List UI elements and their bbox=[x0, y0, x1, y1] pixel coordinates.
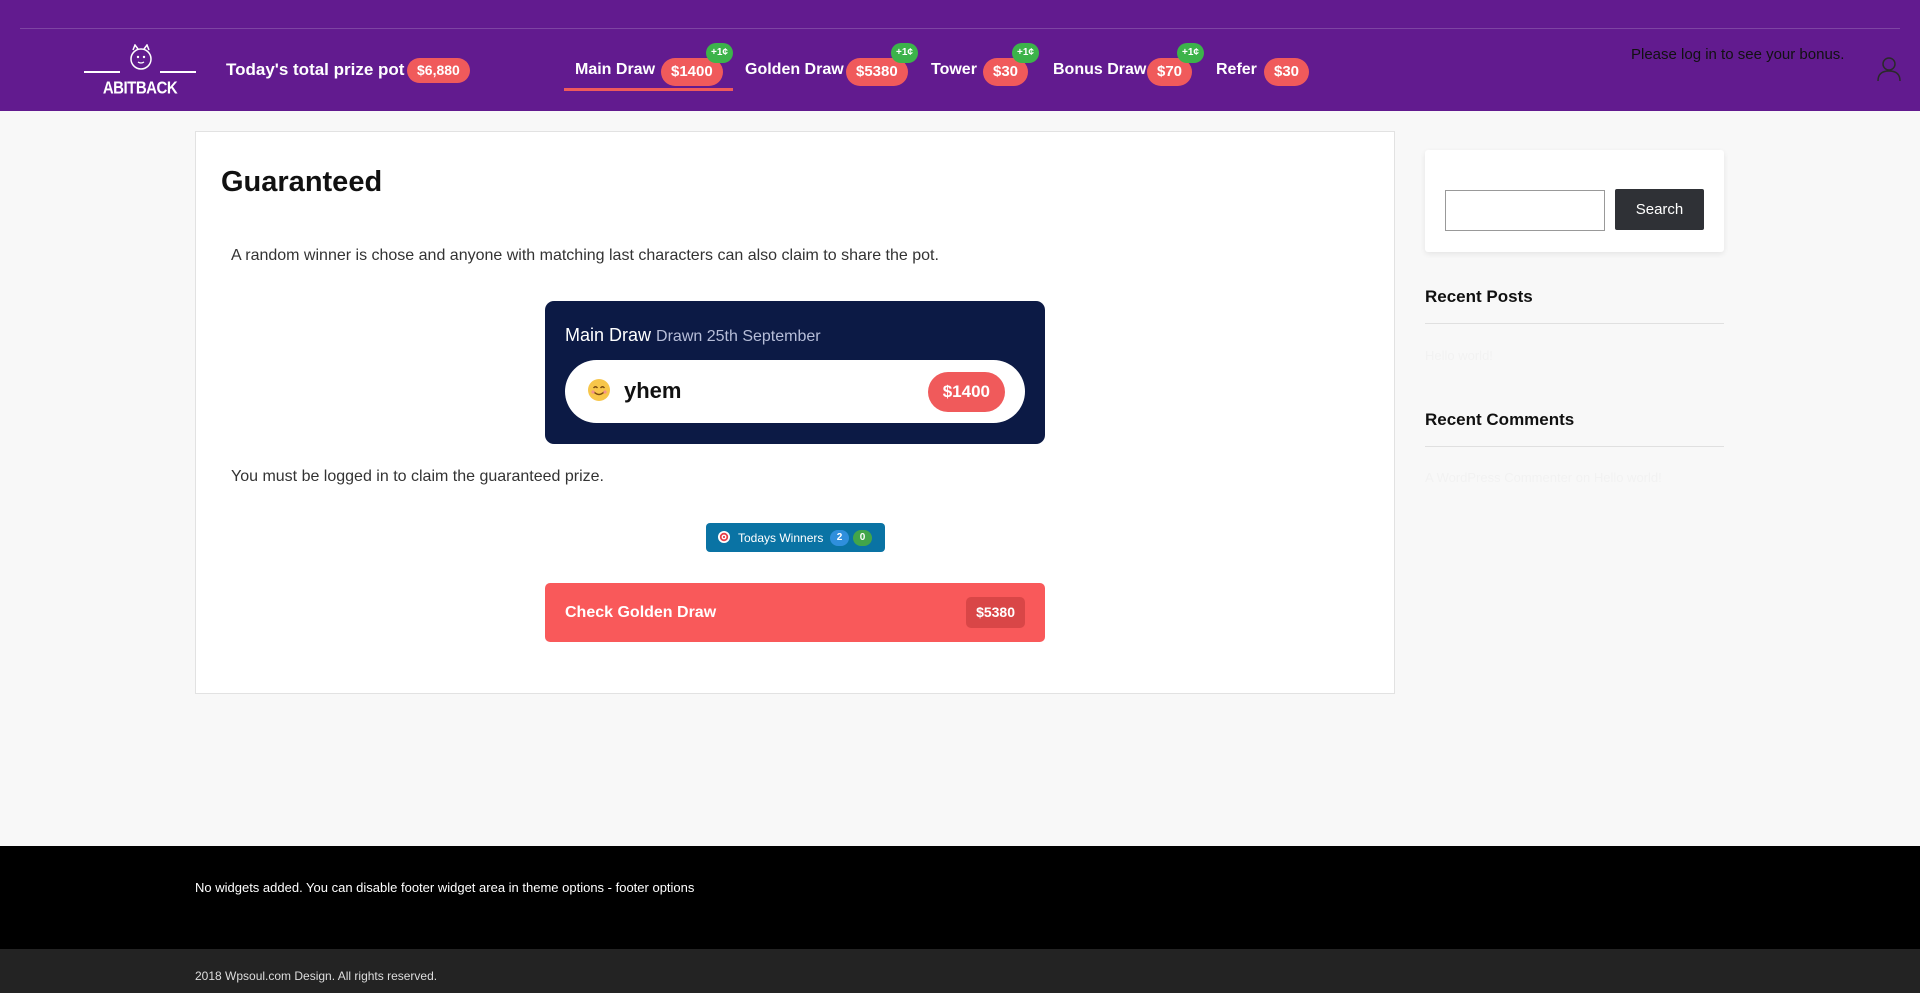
copyright-bar: 2018 Wpsoul.com Design. All rights reser… bbox=[0, 949, 1920, 993]
copyright-text: 2018 Wpsoul.com Design. All rights reser… bbox=[195, 969, 438, 983]
logo-bar-right bbox=[160, 71, 196, 73]
smiling-face-icon bbox=[588, 379, 610, 401]
search-widget: Search bbox=[1425, 150, 1724, 252]
nav-refer-label: Refer bbox=[1216, 61, 1257, 78]
recent-comments-divider bbox=[1425, 446, 1724, 447]
recent-comment-link[interactable]: A WordPress Commenter on Hello world! bbox=[1425, 470, 1662, 485]
prize-pot-label: Today's total prize pot bbox=[226, 60, 405, 79]
claim-message: You must be logged in to claim the guara… bbox=[231, 468, 604, 485]
intro-text: A random winner is chose and anyone with… bbox=[231, 247, 939, 264]
todays-winners-count-blue: 2 bbox=[830, 530, 849, 546]
recent-posts-title: Recent Posts bbox=[1425, 287, 1533, 306]
winner-row: yhem $1400 bbox=[565, 360, 1025, 423]
search-button[interactable]: Search bbox=[1615, 189, 1704, 230]
nav-bonus-draw-bonus-badge: +1¢ bbox=[1177, 43, 1204, 63]
draw-card-header: Main Draw Drawn 25th September bbox=[565, 325, 821, 346]
site-logo[interactable]: ABITBACK bbox=[84, 44, 196, 100]
nav-golden-draw-bonus-badge: +1¢ bbox=[891, 43, 918, 63]
nav-bonus-draw-label: Bonus Draw bbox=[1053, 61, 1147, 78]
nav-main-draw-bonus-badge: +1¢ bbox=[706, 43, 733, 63]
recent-posts-divider bbox=[1425, 323, 1724, 324]
nav-golden-draw-label: Golden Draw bbox=[745, 61, 844, 78]
check-golden-draw-amount: $5380 bbox=[966, 597, 1025, 628]
todays-winners-label: Todays Winners bbox=[738, 531, 824, 545]
nav-main-draw[interactable]: Main Draw $1400 +1¢ bbox=[575, 43, 735, 88]
nav-active-indicator bbox=[564, 88, 733, 91]
site-header: ABITBACK Today's total prize pot $6,880 … bbox=[0, 0, 1920, 111]
user-account-icon[interactable] bbox=[1877, 56, 1901, 82]
draw-card-title: Main Draw bbox=[565, 325, 652, 345]
logo-text: ABITBACK bbox=[102, 78, 178, 99]
nav-tower-bonus-badge: +1¢ bbox=[1012, 43, 1039, 63]
target-icon bbox=[718, 531, 730, 543]
draw-card-date: Drawn 25th September bbox=[656, 328, 821, 345]
nav-refer[interactable]: Refer $30 bbox=[1216, 58, 1311, 88]
cat-logo-icon bbox=[130, 44, 152, 70]
footer-widget-notice: No widgets added. You can disable footer… bbox=[195, 880, 695, 895]
main-draw-card: Main Draw Drawn 25th September yhem $140… bbox=[545, 301, 1045, 444]
login-bonus-message: Please log in to see your bonus. bbox=[1631, 46, 1845, 63]
winner-name: yhem bbox=[624, 378, 682, 403]
header-divider bbox=[20, 28, 1900, 29]
nav-golden-draw[interactable]: Golden Draw $5380 +1¢ bbox=[745, 43, 918, 88]
nav-tower-label: Tower bbox=[931, 61, 977, 78]
todays-winners-button[interactable]: Todays Winners 2 0 bbox=[706, 523, 885, 552]
prize-pot-value: $6,880 bbox=[407, 58, 470, 83]
todays-winners-count-green: 0 bbox=[853, 530, 872, 546]
search-input[interactable] bbox=[1445, 190, 1605, 231]
site-footer: No widgets added. You can disable footer… bbox=[0, 846, 1920, 949]
page-title: Guaranteed bbox=[221, 166, 383, 198]
nav-tower[interactable]: Tower $30 +1¢ bbox=[931, 43, 1046, 88]
logo-bar-left bbox=[84, 71, 120, 73]
check-golden-draw-button[interactable]: Check Golden Draw $5380 bbox=[545, 583, 1045, 642]
recent-comments-title: Recent Comments bbox=[1425, 410, 1575, 429]
winner-amount: $1400 bbox=[927, 372, 1005, 412]
check-golden-draw-label: Check Golden Draw bbox=[565, 604, 717, 621]
main-content-card: Guaranteed A random winner is chose and … bbox=[195, 131, 1395, 694]
nav-bonus-draw[interactable]: Bonus Draw $70 +1¢ bbox=[1053, 43, 1213, 88]
nav-main-draw-label: Main Draw bbox=[575, 61, 656, 78]
recent-post-link[interactable]: Hello world! bbox=[1425, 348, 1493, 363]
nav-refer-amount: $30 bbox=[1264, 58, 1310, 86]
